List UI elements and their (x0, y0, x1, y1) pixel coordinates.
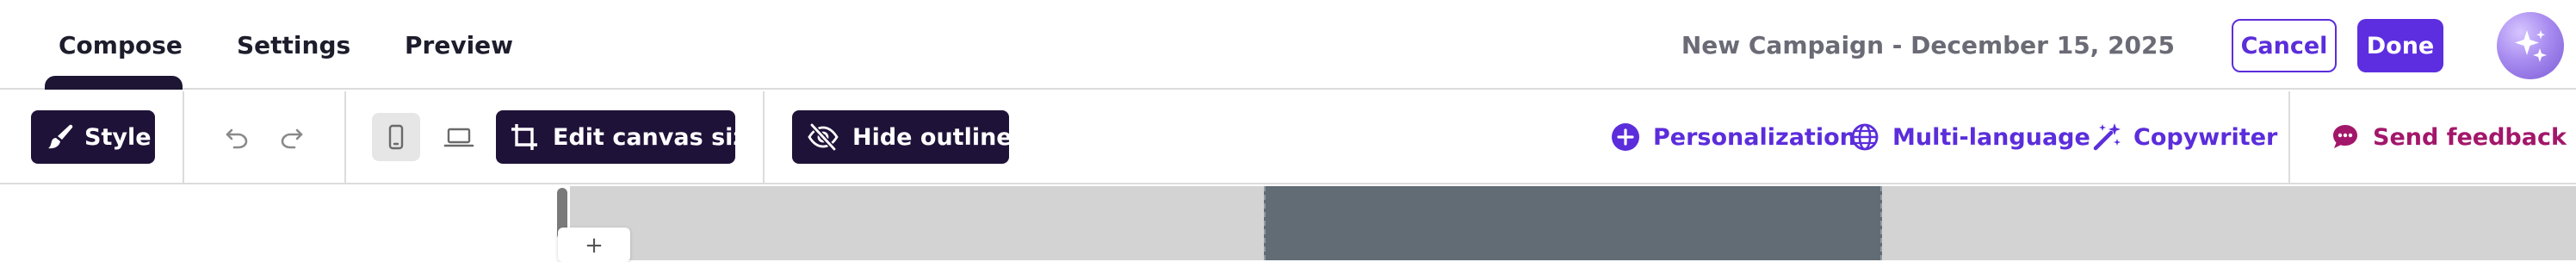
personalization-button[interactable]: Personalization (1610, 110, 1856, 164)
ai-assistant-button[interactable] (2497, 12, 2564, 79)
personalization-label: Personalization (1653, 123, 1856, 151)
left-panel (0, 186, 570, 260)
hide-outlines-label: Hide outlines (852, 123, 1026, 151)
redo-icon (281, 128, 303, 149)
toolbar-divider (183, 91, 184, 183)
mobile-view-button[interactable] (372, 113, 420, 161)
sparkles-icon (2515, 30, 2547, 62)
toolbar-divider (344, 91, 346, 183)
toolbar-divider (763, 91, 765, 183)
paintbrush-icon (48, 124, 73, 149)
tab-preview[interactable]: Preview (405, 0, 513, 90)
done-button[interactable]: Done (2357, 19, 2443, 72)
cancel-button[interactable]: Cancel (2232, 19, 2337, 72)
add-block-glyph: + (585, 233, 604, 259)
mobile-icon (388, 124, 404, 150)
tab-settings-label: Settings (237, 30, 351, 59)
redo-button[interactable] (270, 115, 313, 159)
multi-language-label: Multi-language (1892, 123, 2090, 151)
email-canvas[interactable] (1264, 186, 1882, 260)
canvas-area: + (0, 186, 2576, 262)
eye-off-icon (808, 122, 839, 152)
edit-canvas-size-label: Edit canvas size (553, 123, 763, 151)
undo-icon (226, 128, 248, 149)
edit-canvas-size-button[interactable]: Edit canvas size (496, 110, 762, 164)
editor-toolbar: Style Edit canvas size Hide outlines Per… (0, 91, 2576, 184)
active-tab-indicator (45, 76, 183, 90)
magic-wand-icon (2093, 123, 2121, 151)
campaign-title: New Campaign - December 15, 2025 (1681, 30, 2175, 59)
tab-compose-label: Compose (59, 30, 183, 59)
tab-preview-label: Preview (405, 30, 514, 59)
plus-circle-icon (1612, 123, 1639, 151)
multi-language-button[interactable]: Multi-language (1849, 110, 2090, 164)
desktop-view-button[interactable] (437, 115, 480, 159)
style-button-label: Style (84, 123, 152, 151)
copywriter-button[interactable]: Copywriter (2090, 110, 2277, 164)
chat-bubble-icon (2333, 125, 2357, 148)
send-feedback-button[interactable]: Send feedback (2330, 110, 2567, 164)
laptop-icon (443, 128, 474, 147)
copywriter-label: Copywriter (2133, 123, 2278, 151)
send-feedback-label: Send feedback (2373, 123, 2567, 151)
top-header: Compose Settings Preview New Campaign - … (0, 0, 2576, 90)
toolbar-divider (2288, 91, 2290, 183)
tab-settings[interactable]: Settings (237, 0, 350, 90)
crop-icon (511, 124, 537, 150)
globe-icon (1851, 123, 1879, 151)
hide-outlines-button[interactable]: Hide outlines (792, 110, 1026, 164)
style-button[interactable]: Style (31, 110, 155, 164)
undo-button[interactable] (215, 115, 258, 159)
add-block-button[interactable]: + (558, 228, 630, 262)
